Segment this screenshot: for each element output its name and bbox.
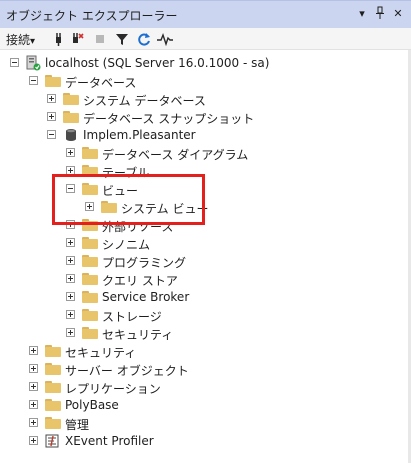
- tree-node-programmability[interactable]: プログラミング: [0, 252, 411, 270]
- tree-node-query-store[interactable]: クエリ ストア: [0, 270, 411, 288]
- activity-monitor-icon[interactable]: [156, 31, 173, 47]
- system-databases-label: システム データベース: [83, 94, 206, 108]
- folder-icon: [45, 363, 61, 375]
- highlight-annotation: [52, 174, 205, 225]
- query-store-label: クエリ ストア: [102, 274, 178, 288]
- collapse-toggle[interactable]: [10, 58, 19, 67]
- database-diagrams-label: データベース ダイアグラム: [102, 148, 249, 162]
- expand-toggle[interactable]: [29, 346, 38, 355]
- folder-icon: [45, 75, 61, 87]
- folder-icon: [63, 93, 79, 105]
- folder-icon: [45, 417, 61, 429]
- expand-toggle[interactable]: [29, 382, 38, 391]
- folder-icon: [63, 111, 79, 123]
- management-label: 管理: [65, 418, 90, 432]
- xevent-profiler-label: XEvent Profiler: [65, 434, 154, 448]
- folder-icon: [82, 273, 98, 285]
- replication-label: レプリケーション: [65, 382, 161, 396]
- title-bar: オブジェクト エクスプローラー ▾ ✕: [0, 0, 411, 28]
- object-tree: localhost (SQL Server 16.0.1000 - sa) デー…: [0, 50, 411, 463]
- synonyms-label: シノニム: [102, 238, 151, 252]
- security-label: セキュリティ: [65, 346, 137, 360]
- expand-toggle[interactable]: [66, 148, 75, 157]
- xevent-profiler-icon: [45, 434, 59, 448]
- tree-node-database[interactable]: Implem.Pleasanter: [0, 126, 411, 144]
- tree-node-management[interactable]: 管理: [0, 414, 411, 432]
- tree-node-db-security[interactable]: セキュリティ: [0, 324, 411, 342]
- disconnect-icon[interactable]: [68, 31, 84, 47]
- expand-toggle[interactable]: [47, 94, 56, 103]
- collapse-toggle[interactable]: [47, 130, 56, 139]
- collapse-toggle[interactable]: [29, 76, 38, 85]
- tree-node-security[interactable]: セキュリティ: [0, 342, 411, 360]
- tree-node-polybase[interactable]: PolyBase: [0, 396, 411, 414]
- expand-toggle[interactable]: [66, 310, 75, 319]
- folder-icon: [82, 147, 98, 159]
- connect-plug-icon[interactable]: [50, 31, 66, 47]
- server-icon: [25, 55, 41, 71]
- expand-toggle[interactable]: [66, 292, 75, 301]
- service-broker-label: Service Broker: [102, 290, 190, 304]
- programmability-label: プログラミング: [102, 256, 187, 270]
- expand-toggle[interactable]: [29, 364, 38, 373]
- expand-toggle[interactable]: [66, 256, 75, 265]
- object-explorer-panel: オブジェクト エクスプローラー ▾ ✕ 接続▾ localhost (SQL S…: [0, 0, 411, 463]
- tree-node-system-databases[interactable]: システム データベース: [0, 90, 411, 108]
- connect-dropdown-icon: ▾: [30, 36, 36, 47]
- tree-node-xevent-profiler[interactable]: XEvent Profiler: [0, 432, 411, 450]
- close-icon[interactable]: ✕: [390, 6, 406, 22]
- panel-title: オブジェクト エクスプローラー: [6, 9, 178, 23]
- server-objects-label: サーバー オブジェクト: [65, 364, 189, 378]
- tree-node-databases[interactable]: データベース: [0, 72, 411, 90]
- expand-toggle[interactable]: [66, 328, 75, 337]
- tree-node-storage[interactable]: ストレージ: [0, 306, 411, 324]
- database-snapshots-label: データベース スナップショット: [83, 112, 255, 126]
- stop-icon[interactable]: [92, 31, 108, 47]
- filter-icon[interactable]: [114, 31, 130, 47]
- tree-node-service-broker[interactable]: Service Broker: [0, 288, 411, 306]
- folder-icon: [82, 291, 98, 303]
- expand-toggle[interactable]: [66, 274, 75, 283]
- tree-node-database-snapshots[interactable]: データベース スナップショット: [0, 108, 411, 126]
- expand-toggle[interactable]: [29, 436, 38, 445]
- database-label: Implem.Pleasanter: [83, 128, 196, 142]
- connect-label: 接続: [6, 33, 31, 47]
- tree-node-database-diagrams[interactable]: データベース ダイアグラム: [0, 144, 411, 162]
- expand-toggle[interactable]: [29, 400, 38, 409]
- folder-icon: [45, 345, 61, 357]
- databases-label: データベース: [65, 76, 137, 90]
- server-label: localhost (SQL Server 16.0.1000 - sa): [45, 56, 270, 70]
- folder-icon: [82, 327, 98, 339]
- polybase-label: PolyBase: [65, 398, 119, 412]
- tree-node-server-objects[interactable]: サーバー オブジェクト: [0, 360, 411, 378]
- refresh-icon[interactable]: [136, 31, 152, 47]
- db-security-label: セキュリティ: [102, 328, 174, 342]
- connect-button[interactable]: 接続▾: [6, 31, 35, 48]
- expand-toggle[interactable]: [47, 112, 56, 121]
- database-icon: [64, 128, 78, 142]
- folder-icon: [45, 381, 61, 393]
- tree-node-synonyms[interactable]: シノニム: [0, 234, 411, 252]
- dropdown-icon[interactable]: ▾: [354, 6, 370, 22]
- storage-label: ストレージ: [102, 310, 162, 324]
- folder-icon: [82, 237, 98, 249]
- expand-toggle[interactable]: [29, 418, 38, 427]
- expand-toggle[interactable]: [66, 238, 75, 247]
- pin-icon[interactable]: [372, 6, 388, 22]
- folder-icon: [45, 399, 61, 411]
- tree-node-replication[interactable]: レプリケーション: [0, 378, 411, 396]
- folder-icon: [82, 255, 98, 267]
- toolbar: 接続▾: [0, 28, 411, 50]
- tree-node-server[interactable]: localhost (SQL Server 16.0.1000 - sa): [0, 54, 411, 72]
- folder-icon: [82, 309, 98, 321]
